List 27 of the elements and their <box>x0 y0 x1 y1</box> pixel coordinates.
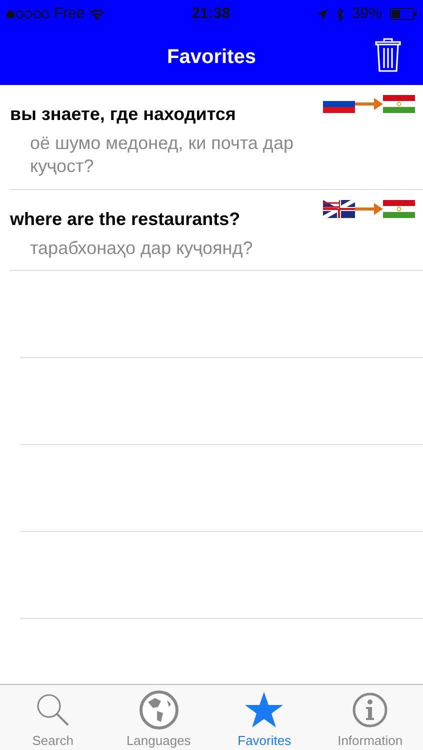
tab-button[interactable]: Search <box>0 685 106 750</box>
trash-button[interactable] <box>375 38 401 72</box>
carrier-name: Free <box>54 4 85 24</box>
location-icon <box>316 8 328 20</box>
info-icon <box>352 692 388 728</box>
translation-text: тарабхонаҳо дар куҷоянд? <box>29 236 254 260</box>
bluetooth-icon <box>336 8 344 20</box>
signal-icon <box>6 10 50 18</box>
tab-button[interactable]: Favorites <box>212 685 318 750</box>
phrase-text: where are the restaurants? <box>10 208 240 231</box>
battery-icon <box>390 8 417 20</box>
flag-icon <box>323 200 355 218</box>
star-icon <box>245 692 284 728</box>
tab-button[interactable]: Information <box>317 685 423 750</box>
globe-icon <box>138 690 179 730</box>
search-icon <box>34 692 71 728</box>
flag-icon <box>383 200 415 218</box>
wifi-icon <box>88 8 105 20</box>
screen-title: Favorites <box>167 44 256 70</box>
status-time: 21:38 <box>190 4 232 24</box>
flag-icon <box>383 95 415 113</box>
phrase-text: вы знаете, где находится <box>10 103 236 126</box>
translation-text: оё шумо медонед, ки почта дар куҷост? <box>29 132 294 178</box>
arrow-icon <box>355 98 383 110</box>
tab-button[interactable]: Languages <box>106 685 212 750</box>
arrow-icon <box>355 202 383 215</box>
battery-percent: 39% <box>352 4 382 24</box>
